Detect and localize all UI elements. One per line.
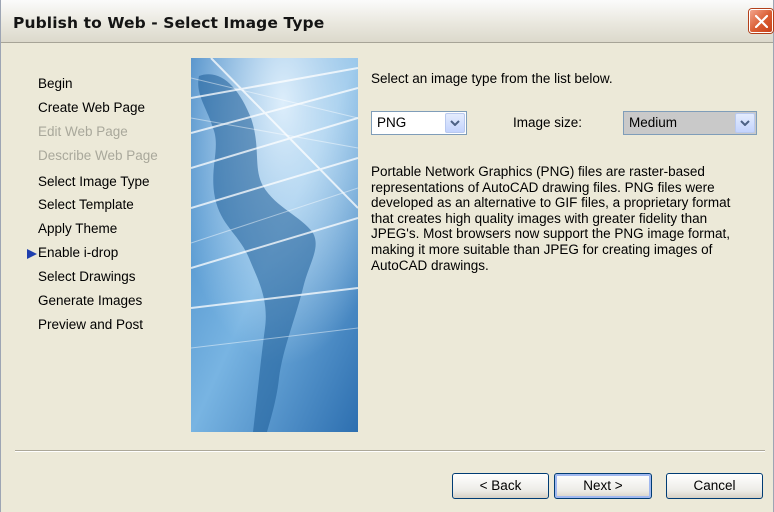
chevron-down-icon	[450, 120, 460, 126]
image-size-value: Medium	[629, 115, 678, 130]
arrow-right-icon	[27, 249, 37, 259]
back-button[interactable]: < Back	[452, 473, 549, 499]
nav-step-edit-web-page: Edit Web Page	[38, 124, 128, 139]
image-size-select[interactable]: Medium	[623, 111, 757, 135]
nav-step-select-drawings: Select Drawings	[38, 269, 136, 284]
chevron-down-icon	[740, 120, 750, 126]
window-title: Publish to Web - Select Image Type	[13, 14, 325, 32]
button-divider	[15, 450, 765, 452]
close-icon	[755, 15, 768, 28]
nav-step-apply-theme: Apply Theme	[38, 221, 118, 236]
title-bar[interactable]: Publish to Web - Select Image Type	[1, 0, 773, 43]
close-button[interactable]	[749, 9, 773, 33]
cancel-button[interactable]: Cancel	[666, 473, 763, 499]
wizard-side-image	[191, 58, 358, 432]
nav-step-preview-and-post: Preview and Post	[38, 317, 144, 332]
image-type-dropdown-button[interactable]	[445, 113, 465, 133]
nav-step-begin: Begin	[38, 76, 73, 91]
image-type-description: Portable Network Graphics (PNG) files ar…	[371, 164, 731, 273]
nav-step-select-image-type: Select Image Type	[38, 174, 150, 189]
image-type-select[interactable]: PNG	[371, 111, 467, 135]
image-size-dropdown-button[interactable]	[735, 113, 755, 133]
nav-step-create-web-page: Create Web Page	[38, 100, 146, 115]
nav-step-describe-web-page: Describe Web Page	[38, 148, 158, 163]
nav-step-generate-images: Generate Images	[38, 293, 143, 308]
image-size-label: Image size:	[513, 115, 583, 130]
nav-step-select-template: Select Template	[38, 197, 134, 212]
image-type-value: PNG	[377, 115, 407, 130]
next-button[interactable]: Next >	[554, 473, 652, 499]
nav-step-enable-i-drop: Enable i-drop	[38, 245, 119, 260]
instruction-text: Select an image type from the list below…	[371, 71, 613, 86]
publish-to-web-dialog: Publish to Web - Select Image Type Begin…	[0, 0, 774, 512]
